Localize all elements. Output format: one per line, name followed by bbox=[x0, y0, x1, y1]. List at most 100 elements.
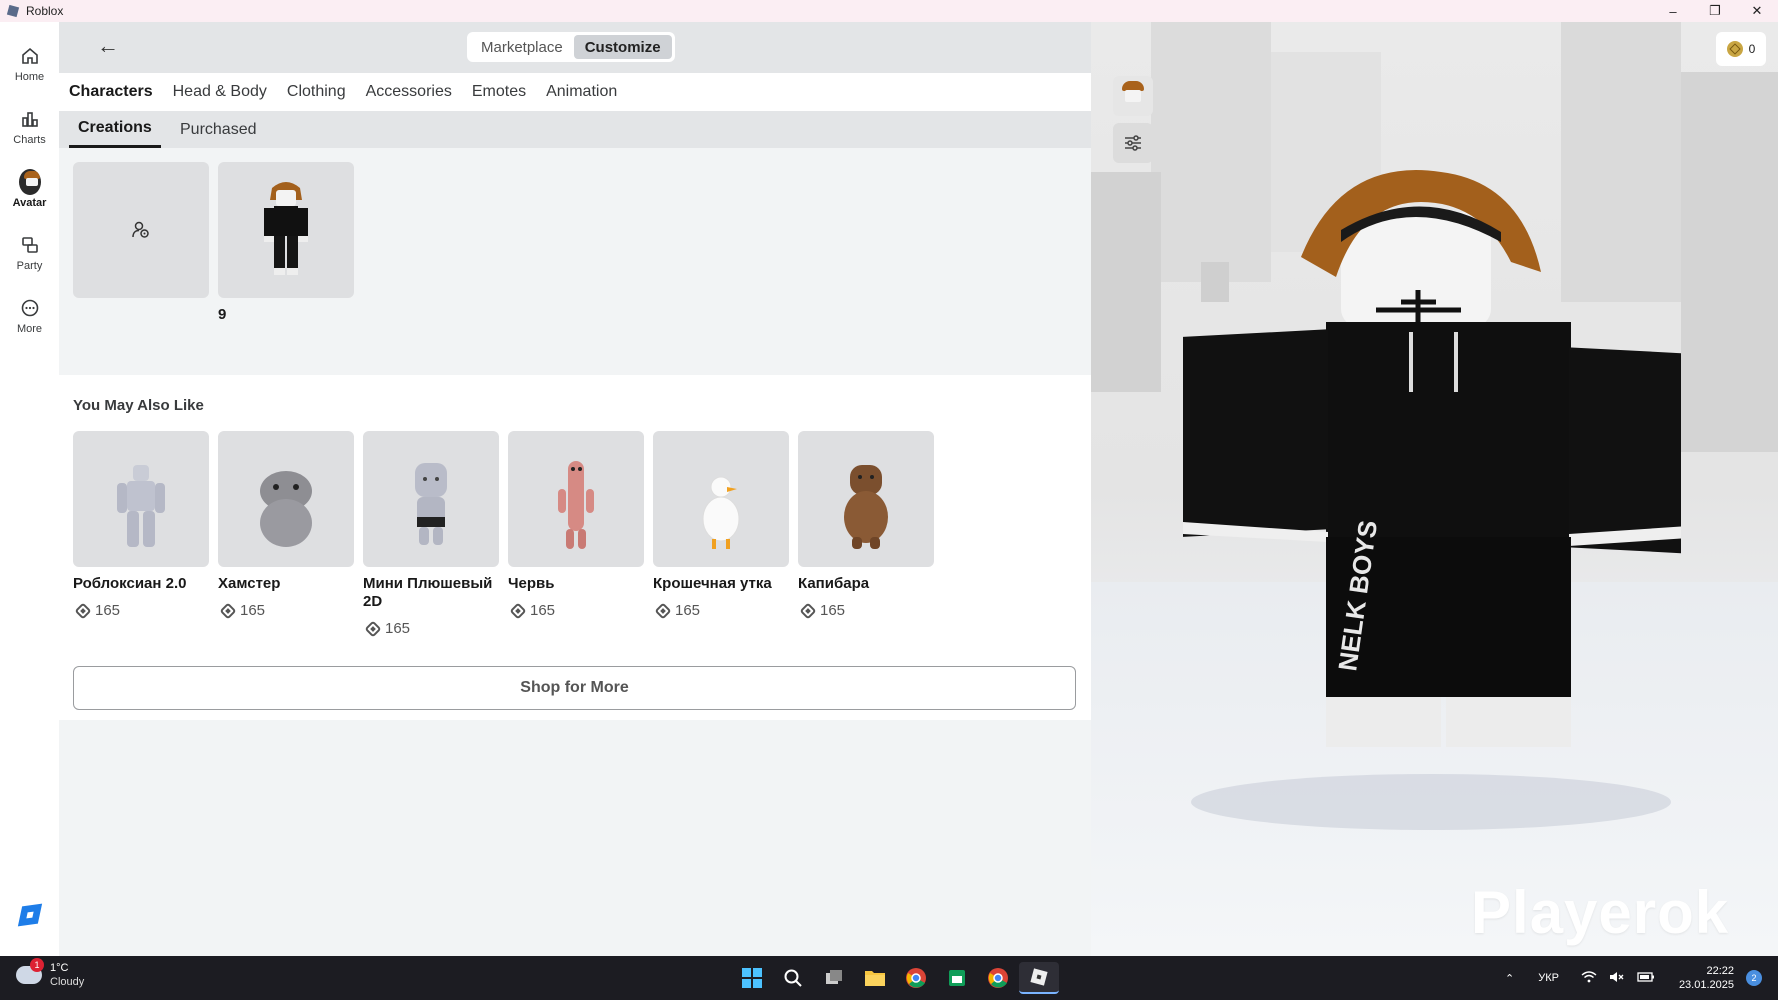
segment-customize[interactable]: Customize bbox=[573, 35, 672, 59]
nav-label-more: More bbox=[16, 323, 43, 335]
clock-time: 22:22 bbox=[1706, 965, 1734, 977]
rec-item-price: 165 bbox=[219, 602, 265, 619]
weather-badge: 1 bbox=[30, 958, 44, 972]
nav-label-party: Party bbox=[16, 260, 43, 272]
chevron-up-icon[interactable]: ⌃ bbox=[1505, 972, 1514, 985]
rec-item-thumbnail[interactable] bbox=[798, 431, 934, 567]
start-button[interactable] bbox=[732, 962, 772, 994]
robux-icon bbox=[654, 602, 672, 619]
weather-desc: Cloudy bbox=[50, 976, 85, 988]
rec-item-thumbnail[interactable] bbox=[653, 431, 789, 567]
window-title: Roblox bbox=[26, 4, 64, 18]
robux-icon bbox=[219, 602, 237, 619]
rec-item-thumbnail[interactable] bbox=[508, 431, 644, 567]
clock[interactable]: 22:22 23.01.2025 bbox=[1667, 964, 1734, 992]
rec-item-thumbnail[interactable] bbox=[218, 431, 354, 567]
folder-icon bbox=[865, 971, 885, 986]
avatar-3d-preview[interactable]: NELK BOYS 0 Playerok bbox=[1091, 22, 1778, 956]
rec-item-price: 165 bbox=[74, 602, 120, 619]
roblox-app-icon bbox=[6, 4, 20, 18]
clock-date: 23.01.2025 bbox=[1678, 979, 1734, 991]
segment-marketplace[interactable]: Marketplace bbox=[470, 35, 574, 59]
tab-animation[interactable]: Animation bbox=[546, 83, 617, 101]
character-thumbnail bbox=[264, 182, 308, 275]
create-character-icon bbox=[132, 221, 149, 238]
tab-accessories[interactable]: Accessories bbox=[366, 83, 452, 101]
task-view-icon bbox=[826, 970, 842, 984]
system-tray: ⌃ УКР 22:22 23.01.2025 2 bbox=[1493, 956, 1762, 1000]
search-icon bbox=[784, 969, 802, 987]
rec-item-thumbnail[interactable] bbox=[73, 431, 209, 567]
tab-head-body[interactable]: Head & Body bbox=[173, 83, 267, 101]
notification-badge[interactable]: 2 bbox=[1746, 970, 1762, 986]
rec-item-name: Роблоксиан 2.0 bbox=[73, 575, 187, 592]
robux-icon bbox=[1726, 41, 1743, 57]
avatar-icon bbox=[18, 169, 41, 195]
robux-balance-button[interactable]: 0 bbox=[1716, 32, 1766, 66]
back-button[interactable]: ← bbox=[93, 33, 123, 58]
rec-item-name: Крошечная утка bbox=[653, 575, 772, 592]
rec-item-thumbnail[interactable] bbox=[363, 431, 499, 567]
capybara-thumbnail bbox=[844, 465, 888, 549]
nav-item-party[interactable]: Party bbox=[0, 225, 59, 281]
character-tile[interactable] bbox=[218, 162, 354, 298]
weather-temp: 1°C bbox=[50, 962, 69, 974]
create-character-tile[interactable] bbox=[73, 162, 209, 298]
tab-characters[interactable]: Characters bbox=[69, 83, 153, 101]
mini-plush-thumbnail bbox=[415, 463, 447, 545]
shop-for-more-button[interactable]: Shop for More bbox=[73, 666, 1076, 710]
rec-item-price: 165 bbox=[799, 602, 845, 619]
sliders-icon bbox=[1125, 135, 1141, 151]
avatar-headshot-button[interactable] bbox=[1113, 76, 1153, 116]
robux-icon bbox=[799, 602, 817, 619]
language-indicator[interactable]: УКР bbox=[1538, 972, 1559, 984]
roblox-logo-icon[interactable] bbox=[17, 903, 43, 927]
task-view-button[interactable] bbox=[814, 962, 854, 994]
subtab-purchased[interactable]: Purchased bbox=[180, 111, 257, 148]
roblox-icon bbox=[1030, 968, 1048, 986]
mode-segmented-control: Marketplace Customize bbox=[467, 32, 675, 62]
wifi-icon[interactable] bbox=[1581, 970, 1597, 986]
robux-balance: 0 bbox=[1748, 42, 1756, 56]
search-button[interactable] bbox=[773, 962, 813, 994]
file-explorer-button[interactable] bbox=[855, 962, 895, 994]
left-nav: Home Charts Avatar Party More bbox=[0, 22, 59, 956]
battery-icon[interactable] bbox=[1637, 971, 1655, 986]
tab-clothing[interactable]: Clothing bbox=[287, 83, 346, 101]
volume-muted-icon[interactable] bbox=[1609, 971, 1625, 986]
chrome-button[interactable] bbox=[896, 962, 936, 994]
rec-item-price: 165 bbox=[509, 602, 555, 619]
avatar-settings-button[interactable] bbox=[1113, 123, 1153, 163]
duck-thumbnail bbox=[702, 476, 740, 549]
minimize-button[interactable]: – bbox=[1652, 0, 1694, 22]
category-tabs: Characters Head & Body Clothing Accessor… bbox=[59, 73, 1091, 111]
maximize-button[interactable]: ❐ bbox=[1694, 0, 1736, 22]
charts-icon bbox=[19, 108, 41, 130]
roblox-taskbar-button[interactable] bbox=[1019, 962, 1059, 994]
nav-item-charts[interactable]: Charts bbox=[0, 99, 59, 155]
nav-item-home[interactable]: Home bbox=[0, 36, 59, 92]
tab-emotes[interactable]: Emotes bbox=[472, 83, 526, 101]
windows-icon bbox=[742, 968, 762, 988]
sheets-button[interactable] bbox=[937, 962, 977, 994]
rec-item-price: 165 bbox=[654, 602, 700, 619]
nav-item-avatar[interactable]: Avatar bbox=[0, 162, 59, 218]
window-controls: – ❐ ✕ bbox=[1652, 0, 1778, 22]
close-button[interactable]: ✕ bbox=[1736, 0, 1778, 22]
rec-item-name: Хамстер bbox=[218, 575, 281, 592]
rec-item-price: 165 bbox=[364, 620, 410, 637]
nav-item-more[interactable]: More bbox=[0, 288, 59, 344]
taskbar-apps bbox=[732, 962, 1060, 994]
chrome-profile-button[interactable] bbox=[978, 962, 1018, 994]
recommendations-title: You May Also Like bbox=[73, 397, 204, 414]
worm-thumbnail bbox=[558, 461, 594, 549]
subtab-creations[interactable]: Creations bbox=[69, 111, 161, 148]
nav-label-avatar: Avatar bbox=[12, 197, 47, 209]
robux-icon bbox=[509, 602, 527, 619]
avatar-editor-panel: ← Marketplace Customize Characters Head … bbox=[59, 22, 1091, 956]
windows-taskbar: 1 1°C Cloudy ⌃ УКР 22:22 23.01.2025 2 bbox=[0, 956, 1778, 1000]
sub-tabs: Creations Purchased bbox=[59, 111, 1091, 148]
avatar-headshot-icon bbox=[1120, 81, 1146, 111]
weather-widget[interactable]: 1 1°C Cloudy bbox=[16, 958, 85, 989]
chrome-icon bbox=[906, 968, 926, 988]
